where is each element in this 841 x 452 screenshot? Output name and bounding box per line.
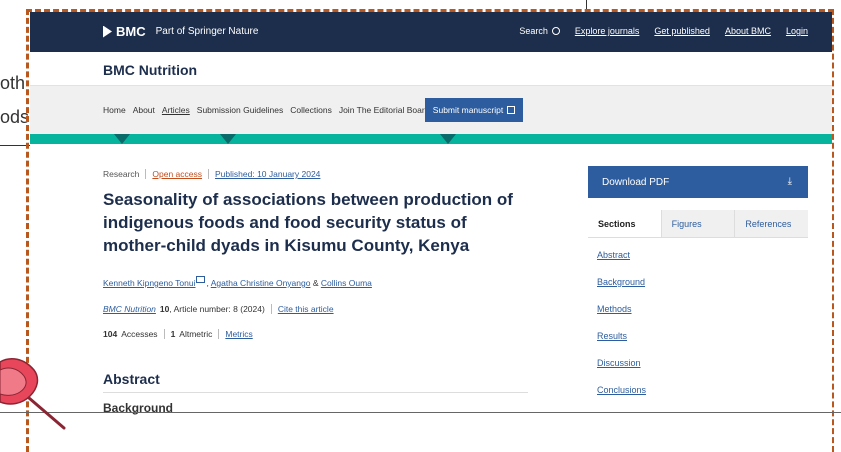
nav-articles[interactable]: Articles	[162, 105, 190, 115]
altmetric-count: 1	[170, 329, 176, 339]
strip-triangle	[114, 134, 130, 144]
get-published-link[interactable]: Get published	[654, 26, 710, 36]
section-link-results[interactable]: Results	[597, 331, 646, 358]
abstract-heading: Abstract	[103, 371, 160, 387]
article-number: , Article number: 8 (2024)	[169, 304, 265, 314]
author-separator: &	[312, 278, 319, 288]
search-button[interactable]: Search	[519, 26, 560, 36]
email-icon[interactable]	[196, 276, 206, 283]
volume: 10	[159, 304, 170, 314]
section-link-methods[interactable]: Methods	[597, 304, 646, 331]
section-link-conclusions[interactable]: Conclusions	[597, 385, 646, 412]
author-list: Kenneth Kipngeno Tonui, Agatha Christine…	[103, 276, 372, 288]
article-type: Research	[103, 169, 140, 179]
citation-line: BMC Nutrition 10, Article number: 8 (202…	[103, 304, 334, 314]
journal-bar: BMC Nutrition	[30, 52, 832, 86]
author-link[interactable]: Kenneth Kipngeno Tonui	[103, 278, 195, 288]
search-label: Search	[519, 26, 548, 36]
download-pdf-button[interactable]: Download PDF ⤓	[588, 166, 808, 198]
explore-journals-link[interactable]: Explore journals	[575, 26, 640, 36]
background-line	[0, 412, 841, 413]
search-icon	[551, 27, 560, 35]
open-access-link[interactable]: Open access	[152, 169, 202, 179]
bmc-logo[interactable]: BMC Part of Springer Nature	[103, 24, 258, 39]
divider	[208, 169, 210, 179]
sidebar-tabs: Sections Figures References	[588, 210, 809, 238]
divider	[163, 329, 165, 339]
webpage-screenshot: BMC Part of Springer Nature Search Explo…	[30, 12, 832, 452]
site-header: BMC Part of Springer Nature Search Explo…	[30, 12, 832, 52]
accesses-label: Accesses	[121, 329, 158, 339]
divider	[218, 329, 220, 339]
download-label: Download PDF	[602, 177, 670, 188]
article-title: Seasonality of associations between prod…	[103, 190, 513, 255]
background-text-fragment: ods	[0, 107, 30, 127]
tab-figures[interactable]: Figures	[660, 210, 735, 237]
logo-text: BMC	[116, 24, 146, 39]
submit-label: Submit manuscript	[432, 105, 504, 115]
divider	[103, 392, 528, 393]
author-link[interactable]: Collins Ouma	[321, 278, 372, 288]
section-list: Abstract Background Methods Results Disc…	[597, 250, 646, 412]
divider	[145, 169, 147, 179]
divider	[270, 304, 272, 314]
published-date[interactable]: Published: 10 January 2024	[215, 169, 320, 179]
author-link[interactable]: Agatha Christine Onyango	[211, 278, 311, 288]
altmetric-label: Altmetric	[179, 329, 213, 339]
journal-nav: Home About Articles Submission Guideline…	[30, 86, 832, 134]
metrics-link[interactable]: Metrics	[225, 329, 252, 339]
tab-sections[interactable]: Sections	[588, 210, 661, 237]
external-link-icon	[507, 106, 516, 114]
section-link-discussion[interactable]: Discussion	[597, 358, 646, 385]
pushpin-icon	[0, 357, 66, 430]
article-meta: Research Open access Published: 10 Janua…	[103, 169, 320, 179]
tab-references[interactable]: References	[734, 210, 809, 237]
header-links: Search Explore journals Get published Ab…	[519, 26, 808, 36]
logo-subtitle: Part of Springer Nature	[155, 26, 259, 37]
accesses-count: 104	[103, 329, 118, 339]
cite-this-article-link[interactable]: Cite this article	[278, 304, 334, 314]
nav-home[interactable]: Home	[103, 105, 126, 115]
journal-ref-link[interactable]: BMC Nutrition	[103, 304, 156, 314]
metrics-line: 104 Accesses 1 Altmetric Metrics	[103, 329, 253, 339]
strip-triangle	[220, 134, 236, 144]
download-icon: ⤓	[787, 176, 792, 187]
bmc-logo-icon	[103, 25, 112, 38]
section-link-abstract[interactable]: Abstract	[597, 250, 646, 277]
nav-about[interactable]: About	[133, 105, 155, 115]
nav-links: Home About Articles Submission Guideline…	[103, 105, 429, 115]
decorative-strip	[30, 134, 832, 144]
nav-submission-guidelines[interactable]: Submission Guidelines	[197, 105, 283, 115]
login-link[interactable]: Login	[786, 26, 808, 36]
nav-join-editorial-board[interactable]: Join The Editorial Board	[339, 105, 430, 115]
strip-triangle	[440, 134, 456, 144]
about-bmc-link[interactable]: About BMC	[725, 26, 771, 36]
journal-title[interactable]: BMC Nutrition	[103, 62, 197, 78]
section-link-background[interactable]: Background	[597, 277, 646, 304]
submit-manuscript-button[interactable]: Submit manuscript	[425, 98, 523, 122]
nav-collections[interactable]: Collections	[290, 105, 332, 115]
background-text-fragment: oth	[0, 73, 26, 93]
